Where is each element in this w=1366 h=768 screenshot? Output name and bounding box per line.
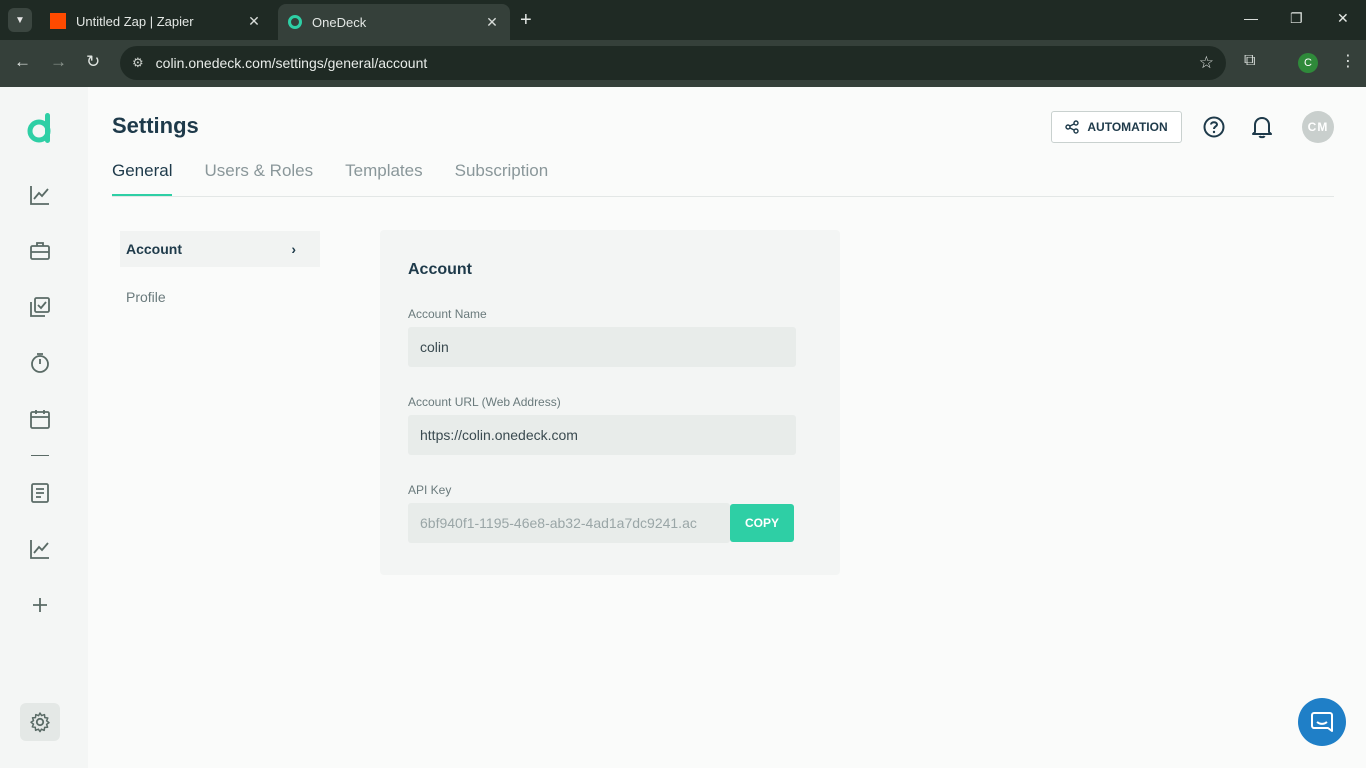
automation-button[interactable]: AUTOMATION: [1051, 111, 1182, 143]
close-tab-icon[interactable]: ✕: [484, 14, 500, 31]
browser-tabstrip: ▼ Untitled Zap | Zapier ✕ OneDeck ✕ + — …: [0, 0, 1366, 40]
help-icon[interactable]: [1203, 116, 1225, 138]
tab-search-button[interactable]: ▼: [8, 8, 32, 32]
onedeck-favicon-icon: [288, 15, 302, 29]
tab-templates[interactable]: Templates: [345, 161, 422, 197]
account-card: Account Account Name colin Account URL (…: [380, 230, 840, 575]
browser-toolbar: ← → ↻ ⚙ colin.onedeck.com/settings/gener…: [0, 40, 1366, 87]
chat-bubble-icon: [1311, 712, 1333, 732]
settings-tabs: General Users & Roles Templates Subscrip…: [112, 161, 580, 197]
tabs-divider: [112, 196, 1334, 197]
extensions-icon[interactable]: ⧉: [1244, 52, 1255, 70]
dashboard-chart-icon[interactable]: [29, 184, 51, 206]
onedeck-logo-icon[interactable]: [26, 112, 54, 144]
url-text: colin.onedeck.com/settings/general/accou…: [155, 55, 428, 71]
subnav-item-label: Profile: [126, 289, 166, 305]
tab-users-roles[interactable]: Users & Roles: [204, 161, 313, 197]
page-title: Settings: [112, 113, 199, 138]
account-name-label: Account Name: [408, 307, 487, 321]
tab-general[interactable]: General: [112, 161, 173, 197]
site-info-icon[interactable]: ⚙: [132, 55, 144, 71]
automation-button-label: AUTOMATION: [1087, 120, 1168, 134]
chat-launcher-button[interactable]: [1298, 698, 1346, 746]
close-tab-icon[interactable]: ✕: [246, 13, 262, 30]
forward-icon[interactable]: →: [50, 52, 67, 72]
add-icon[interactable]: [29, 594, 51, 616]
account-url-label: Account URL (Web Address): [408, 395, 561, 409]
subnav-item-profile[interactable]: Profile: [120, 279, 320, 315]
settings-nav-button[interactable]: [20, 703, 60, 741]
user-avatar[interactable]: CM: [1302, 111, 1334, 143]
bookmark-star-icon[interactable]: ☆: [1199, 53, 1214, 73]
browser-tab-title: Untitled Zap | Zapier: [76, 13, 194, 29]
share-nodes-icon: [1065, 120, 1080, 134]
timer-icon[interactable]: [29, 352, 51, 374]
minimize-icon[interactable]: —: [1244, 10, 1258, 26]
zapier-favicon-icon: [50, 13, 66, 29]
left-rail: [0, 87, 88, 768]
reload-icon[interactable]: ↻: [86, 52, 100, 72]
browser-menu-icon[interactable]: ⋮: [1340, 51, 1356, 71]
api-key-field[interactable]: 6bf940f1-1195-46e8-ab32-4ad1a7dc9241.ac: [408, 503, 730, 543]
account-card-title: Account: [408, 261, 472, 278]
browser-tab-onedeck[interactable]: OneDeck ✕: [278, 4, 510, 40]
tab-subscription[interactable]: Subscription: [455, 161, 549, 197]
reports-chart-icon[interactable]: [29, 538, 51, 560]
subnav-item-account[interactable]: Account ›: [120, 231, 320, 267]
account-name-input[interactable]: colin: [408, 327, 796, 367]
settings-subnav: Account › Profile: [120, 231, 320, 315]
gear-icon: [30, 712, 50, 733]
notification-bell-icon[interactable]: [1251, 115, 1273, 139]
account-url-input[interactable]: https://colin.onedeck.com: [408, 415, 796, 455]
address-bar[interactable]: ⚙ colin.onedeck.com/settings/general/acc…: [120, 46, 1226, 80]
tasks-check-icon[interactable]: [29, 296, 51, 318]
document-icon[interactable]: [29, 482, 51, 504]
api-key-label: API Key: [408, 483, 452, 497]
copy-api-key-button[interactable]: COPY: [730, 504, 794, 542]
browser-profile-avatar[interactable]: C: [1298, 53, 1318, 73]
browser-tab-title: OneDeck: [312, 14, 367, 30]
browser-tab-zapier[interactable]: Untitled Zap | Zapier ✕: [40, 4, 272, 38]
restore-icon[interactable]: ❐: [1290, 10, 1303, 27]
back-icon[interactable]: ←: [14, 52, 31, 72]
rail-divider: [31, 455, 49, 456]
onedeck-app: Settings AUTOMATION CM General Users & R…: [0, 87, 1366, 768]
window-close-icon[interactable]: ✕: [1337, 10, 1349, 27]
chevron-right-icon: ›: [291, 241, 296, 257]
new-tab-icon[interactable]: +: [520, 10, 532, 30]
subnav-item-label: Account: [126, 241, 182, 257]
calendar-icon[interactable]: [29, 408, 51, 430]
briefcase-icon[interactable]: [29, 240, 51, 262]
